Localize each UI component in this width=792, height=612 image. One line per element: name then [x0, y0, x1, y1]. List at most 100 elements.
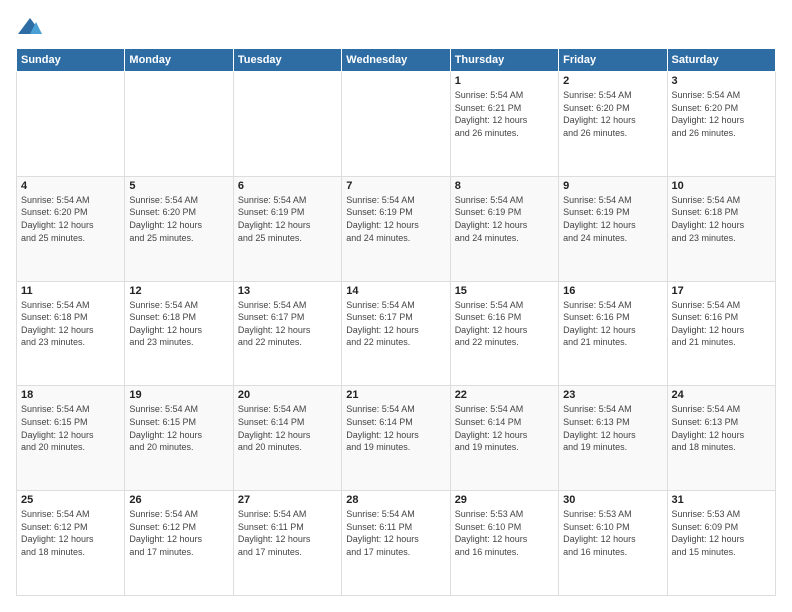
calendar-week-0: 1Sunrise: 5:54 AM Sunset: 6:21 PM Daylig… — [17, 72, 776, 177]
day-number: 30 — [563, 494, 662, 506]
calendar-cell: 30 Sunrise: 5:53 AM Sunset: 6:10 PM Dayli… — [559, 491, 667, 596]
calendar-cell: 6 Sunrise: 5:54 AM Sunset: 6:19 PM Daylig… — [233, 176, 341, 281]
calendar-header-thursday: Thursday — [450, 49, 558, 72]
day-number: 7 — [346, 180, 445, 192]
day-info: Sunrise: 5:54 AM Sunset: 6:19 PM Dayligh… — [346, 194, 445, 244]
calendar-header-saturday: Saturday — [667, 49, 775, 72]
calendar-week-2: 11Sunrise: 5:54 AM Sunset: 6:18 PM Dayli… — [17, 281, 776, 386]
day-info: Sunrise: 5:54 AM Sunset: 6:19 PM Dayligh… — [455, 194, 554, 244]
calendar-cell: 10 Sunrise: 5:54 AM Sunset: 6:18 PM Dayli… — [667, 176, 775, 281]
day-info: Sunrise: 5:54 AM Sunset: 6:16 PM Dayligh… — [563, 299, 662, 349]
calendar-cell: 18 Sunrise: 5:54 AM Sunset: 6:15 PM Dayli… — [17, 386, 125, 491]
calendar-cell — [17, 72, 125, 177]
calendar-week-4: 25 Sunrise: 5:54 AM Sunset: 6:12 PM Dayli… — [17, 491, 776, 596]
calendar-cell: 11Sunrise: 5:54 AM Sunset: 6:18 PM Dayli… — [17, 281, 125, 386]
calendar-header-wednesday: Wednesday — [342, 49, 450, 72]
calendar-cell: 8 Sunrise: 5:54 AM Sunset: 6:19 PM Daylig… — [450, 176, 558, 281]
day-info: Sunrise: 5:53 AM Sunset: 6:10 PM Dayligh… — [563, 508, 662, 558]
day-info: Sunrise: 5:54 AM Sunset: 6:16 PM Dayligh… — [455, 299, 554, 349]
day-number: 29 — [455, 494, 554, 506]
logo — [16, 16, 46, 38]
day-number: 4 — [21, 180, 120, 192]
day-info: Sunrise: 5:54 AM Sunset: 6:15 PM Dayligh… — [129, 403, 228, 453]
logo-icon — [16, 16, 44, 38]
day-info: Sunrise: 5:54 AM Sunset: 6:13 PM Dayligh… — [563, 403, 662, 453]
day-number: 15 — [455, 285, 554, 297]
day-info: Sunrise: 5:54 AM Sunset: 6:11 PM Dayligh… — [346, 508, 445, 558]
calendar-cell: 22 Sunrise: 5:54 AM Sunset: 6:14 PM Dayli… — [450, 386, 558, 491]
day-info: Sunrise: 5:54 AM Sunset: 6:14 PM Dayligh… — [238, 403, 337, 453]
day-number: 9 — [563, 180, 662, 192]
day-info: Sunrise: 5:54 AM Sunset: 6:11 PM Dayligh… — [238, 508, 337, 558]
day-info: Sunrise: 5:54 AM Sunset: 6:17 PM Dayligh… — [238, 299, 337, 349]
day-number: 23 — [563, 389, 662, 401]
day-info: Sunrise: 5:53 AM Sunset: 6:09 PM Dayligh… — [672, 508, 771, 558]
day-number: 16 — [563, 285, 662, 297]
day-number: 24 — [672, 389, 771, 401]
day-info: Sunrise: 5:54 AM Sunset: 6:12 PM Dayligh… — [21, 508, 120, 558]
calendar-cell: 7 Sunrise: 5:54 AM Sunset: 6:19 PM Daylig… — [342, 176, 450, 281]
calendar-week-3: 18 Sunrise: 5:54 AM Sunset: 6:15 PM Dayli… — [17, 386, 776, 491]
calendar-cell: 23 Sunrise: 5:54 AM Sunset: 6:13 PM Dayli… — [559, 386, 667, 491]
calendar-header-monday: Monday — [125, 49, 233, 72]
day-info: Sunrise: 5:54 AM Sunset: 6:18 PM Dayligh… — [672, 194, 771, 244]
header — [16, 16, 776, 38]
day-info: Sunrise: 5:54 AM Sunset: 6:13 PM Dayligh… — [672, 403, 771, 453]
calendar-cell: 21Sunrise: 5:54 AM Sunset: 6:14 PM Dayli… — [342, 386, 450, 491]
day-info: Sunrise: 5:54 AM Sunset: 6:18 PM Dayligh… — [129, 299, 228, 349]
calendar-cell: 15 Sunrise: 5:54 AM Sunset: 6:16 PM Dayli… — [450, 281, 558, 386]
day-info: Sunrise: 5:54 AM Sunset: 6:18 PM Dayligh… — [21, 299, 120, 349]
calendar-cell: 29 Sunrise: 5:53 AM Sunset: 6:10 PM Dayli… — [450, 491, 558, 596]
calendar-cell: 28 Sunrise: 5:54 AM Sunset: 6:11 PM Dayli… — [342, 491, 450, 596]
day-info: Sunrise: 5:54 AM Sunset: 6:20 PM Dayligh… — [563, 89, 662, 139]
day-info: Sunrise: 5:54 AM Sunset: 6:15 PM Dayligh… — [21, 403, 120, 453]
day-number: 8 — [455, 180, 554, 192]
day-number: 21 — [346, 389, 445, 401]
day-number: 20 — [238, 389, 337, 401]
day-number: 3 — [672, 75, 771, 87]
day-info: Sunrise: 5:54 AM Sunset: 6:20 PM Dayligh… — [672, 89, 771, 139]
day-number: 31 — [672, 494, 771, 506]
day-number: 14 — [346, 285, 445, 297]
day-number: 6 — [238, 180, 337, 192]
day-number: 10 — [672, 180, 771, 192]
calendar-cell: 3 Sunrise: 5:54 AM Sunset: 6:20 PM Daylig… — [667, 72, 775, 177]
day-number: 22 — [455, 389, 554, 401]
calendar-week-1: 4 Sunrise: 5:54 AM Sunset: 6:20 PM Daylig… — [17, 176, 776, 281]
day-info: Sunrise: 5:54 AM Sunset: 6:19 PM Dayligh… — [563, 194, 662, 244]
calendar-cell — [342, 72, 450, 177]
calendar-header-friday: Friday — [559, 49, 667, 72]
calendar-cell: 13 Sunrise: 5:54 AM Sunset: 6:17 PM Dayli… — [233, 281, 341, 386]
day-info: Sunrise: 5:54 AM Sunset: 6:14 PM Dayligh… — [455, 403, 554, 453]
day-info: Sunrise: 5:54 AM Sunset: 6:19 PM Dayligh… — [238, 194, 337, 244]
calendar-cell: 26Sunrise: 5:54 AM Sunset: 6:12 PM Dayli… — [125, 491, 233, 596]
calendar-cell — [233, 72, 341, 177]
calendar-header-sunday: Sunday — [17, 49, 125, 72]
day-info: Sunrise: 5:54 AM Sunset: 6:20 PM Dayligh… — [21, 194, 120, 244]
calendar-cell: 5 Sunrise: 5:54 AM Sunset: 6:20 PM Daylig… — [125, 176, 233, 281]
day-info: Sunrise: 5:54 AM Sunset: 6:17 PM Dayligh… — [346, 299, 445, 349]
calendar-cell: 4 Sunrise: 5:54 AM Sunset: 6:20 PM Daylig… — [17, 176, 125, 281]
calendar-cell: 9 Sunrise: 5:54 AM Sunset: 6:19 PM Daylig… — [559, 176, 667, 281]
day-number: 12 — [129, 285, 228, 297]
day-number: 1 — [455, 75, 554, 87]
day-number: 27 — [238, 494, 337, 506]
calendar-cell — [125, 72, 233, 177]
day-number: 25 — [21, 494, 120, 506]
day-number: 2 — [563, 75, 662, 87]
day-number: 13 — [238, 285, 337, 297]
calendar-cell: 14 Sunrise: 5:54 AM Sunset: 6:17 PM Dayli… — [342, 281, 450, 386]
calendar-cell: 1Sunrise: 5:54 AM Sunset: 6:21 PM Daylig… — [450, 72, 558, 177]
calendar-header-tuesday: Tuesday — [233, 49, 341, 72]
day-info: Sunrise: 5:53 AM Sunset: 6:10 PM Dayligh… — [455, 508, 554, 558]
day-number: 28 — [346, 494, 445, 506]
day-number: 5 — [129, 180, 228, 192]
day-number: 19 — [129, 389, 228, 401]
calendar-cell: 27 Sunrise: 5:54 AM Sunset: 6:11 PM Dayli… — [233, 491, 341, 596]
calendar-header-row: SundayMondayTuesdayWednesdayThursdayFrid… — [17, 49, 776, 72]
calendar-cell: 24 Sunrise: 5:54 AM Sunset: 6:13 PM Dayli… — [667, 386, 775, 491]
day-info: Sunrise: 5:54 AM Sunset: 6:20 PM Dayligh… — [129, 194, 228, 244]
day-number: 18 — [21, 389, 120, 401]
day-number: 26 — [129, 494, 228, 506]
calendar-cell: 16 Sunrise: 5:54 AM Sunset: 6:16 PM Dayli… — [559, 281, 667, 386]
